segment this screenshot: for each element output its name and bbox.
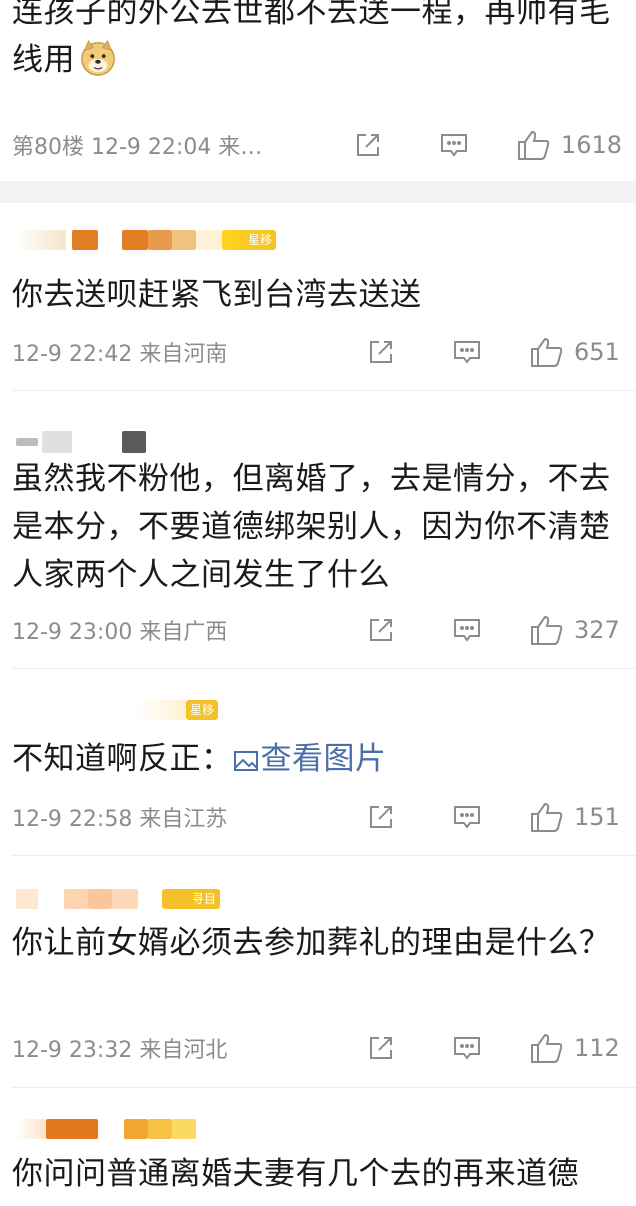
comment-icon[interactable]: [452, 1033, 482, 1063]
share-icon[interactable]: [366, 1033, 396, 1063]
comment-text: 虽然我不粉他，但离婚了，去是情分，不去是本分，不要道德绑架别人，因为你不清楚人家…: [12, 461, 611, 593]
comment-time: 12-9 22:58 来自江苏: [12, 807, 228, 832]
comment-meta: 12-9 23:32 来自河北 112: [12, 1031, 622, 1065]
comment-item: 星移 你去送呗赶紧飞到台湾去送送 12-9 22:42 来自河南 651: [0, 203, 636, 390]
username-blurred[interactable]: [16, 429, 146, 455]
like-count: 327: [574, 616, 620, 644]
comment-text: 你问问普通离婚夫妻有几个去的再来道德: [12, 1156, 579, 1192]
thumbs-up-icon: [531, 337, 563, 367]
share-icon[interactable]: [366, 337, 396, 367]
comment-icon[interactable]: [452, 615, 482, 645]
comment-text: 你去送呗赶紧飞到台湾去送送: [12, 277, 422, 313]
share-icon[interactable]: [366, 615, 396, 645]
username-blurred[interactable]: 星移: [16, 697, 219, 723]
like-button[interactable]: 1618: [517, 129, 622, 161]
username-blurred[interactable]: 星移: [16, 227, 277, 253]
like-count: 112: [574, 1034, 620, 1062]
comment-meta: 12-9 22:58 来自江苏 151: [12, 800, 622, 834]
like-count: 651: [574, 338, 620, 366]
thumbs-up-icon: [531, 615, 563, 645]
comment-text: 连孩子的外公去世都不去送一程，再帅有毛线用: [12, 0, 611, 78]
like-button[interactable]: 151: [530, 801, 622, 833]
top-comment: 连孩子的外公去世都不去送一程，再帅有毛线用 第80楼 12-9 22:04 来……: [0, 0, 636, 180]
comment-item: 星移 不知道啊反正： 查看图片 12-9 22:58 来自江苏 151: [0, 669, 636, 855]
doge-emoji-icon: [81, 39, 115, 76]
like-button[interactable]: 327: [530, 614, 622, 646]
comment-icon[interactable]: [439, 130, 469, 160]
comment-meta: 12-9 23:00 来自广西 327: [12, 613, 622, 647]
like-button[interactable]: 651: [530, 336, 622, 368]
comment-time: 12-9 23:00 来自广西: [12, 620, 228, 645]
share-icon[interactable]: [353, 130, 383, 160]
share-icon[interactable]: [366, 802, 396, 832]
username-blurred[interactable]: 寻目: [16, 886, 221, 912]
view-image-link[interactable]: 查看图片: [233, 741, 387, 777]
floor-time: 第80楼 12-9 22:04 来…: [12, 135, 263, 160]
section-divider: [0, 181, 636, 203]
image-icon: [233, 751, 258, 771]
comment-icon[interactable]: [452, 802, 482, 832]
comment-text: 不知道啊反正： 查看图片: [12, 741, 387, 777]
thumbs-up-icon: [531, 1033, 563, 1063]
user-badge: 星移: [222, 230, 277, 250]
username-blurred[interactable]: [16, 1116, 196, 1142]
like-button[interactable]: 112: [530, 1032, 622, 1064]
like-count: 1618: [560, 131, 622, 159]
user-badge: 寻目: [162, 889, 221, 909]
comment-icon[interactable]: [452, 337, 482, 367]
like-count: 151: [574, 803, 620, 831]
thumbs-up-icon: [531, 802, 563, 832]
comment-item: 虽然我不粉他，但离婚了，去是情分，不去是本分，不要道德绑架别人，因为你不清楚人家…: [0, 391, 636, 668]
comment-meta: 第80楼 12-9 22:04 来… 1618: [12, 128, 622, 162]
thumbs-up-icon: [517, 130, 550, 160]
comment-time: 12-9 22:42 来自河南: [12, 342, 228, 367]
comment-item: 寻目 你让前女婿必须去参加葬礼的理由是什么？ 12-9 23:32 来自河北 1…: [0, 856, 636, 1087]
comment-meta: 12-9 22:42 来自河南 651: [12, 335, 622, 369]
comment-time: 12-9 23:32 来自河北: [12, 1038, 228, 1063]
user-badge: 星移: [186, 700, 219, 720]
comment-text: 你让前女婿必须去参加葬礼的理由是什么？: [12, 925, 611, 961]
comment-item: 你问问普通离婚夫妻有几个去的再来道德: [0, 1088, 636, 1206]
